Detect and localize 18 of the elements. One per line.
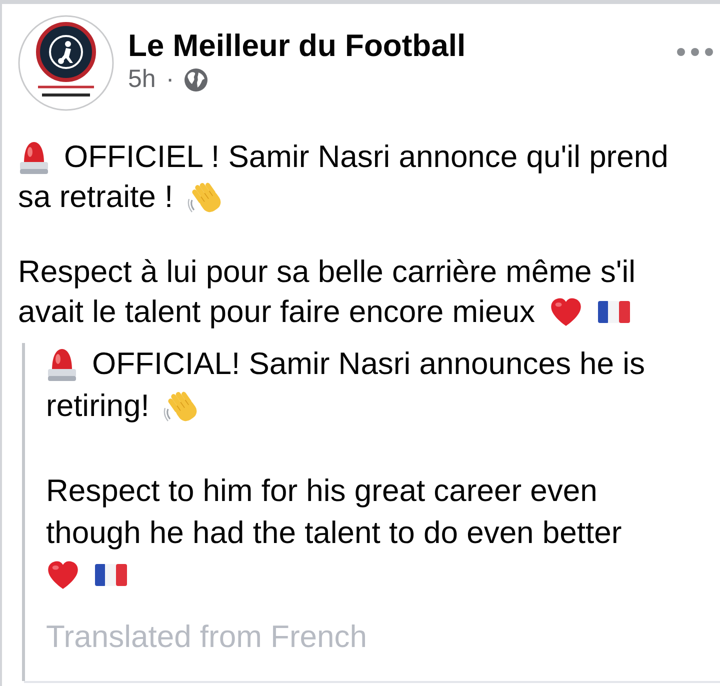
page-avatar-logo[interactable] <box>18 15 114 111</box>
flag-icon <box>94 561 128 589</box>
post-text-line: sa retraite ! <box>18 178 174 216</box>
separator-dot: · <box>166 64 174 96</box>
flag-icon <box>596 298 631 326</box>
more-options-button[interactable] <box>676 47 714 57</box>
translated-text-line: though he had the talent to do even better <box>46 514 622 552</box>
globe-icon <box>184 68 208 92</box>
heart-icon <box>46 560 80 590</box>
translated-text-line: retiring! <box>46 387 150 425</box>
siren-light-icon <box>46 346 78 382</box>
siren-light-icon <box>18 140 50 174</box>
post-text-line: avait le talent pour faire encore mieux <box>18 293 535 331</box>
post-text-line: Respect à lui pour sa belle carrière même s'il <box>18 253 636 291</box>
heart-icon <box>548 297 583 327</box>
post-text-line: OFFICIEL ! Samir Nasri annonce qu'il prend <box>64 138 668 176</box>
translated-text-line: OFFICIAL! Samir Nasri announces he is <box>92 345 646 383</box>
translated-text-line: Respect to him for his great career even <box>46 472 598 510</box>
